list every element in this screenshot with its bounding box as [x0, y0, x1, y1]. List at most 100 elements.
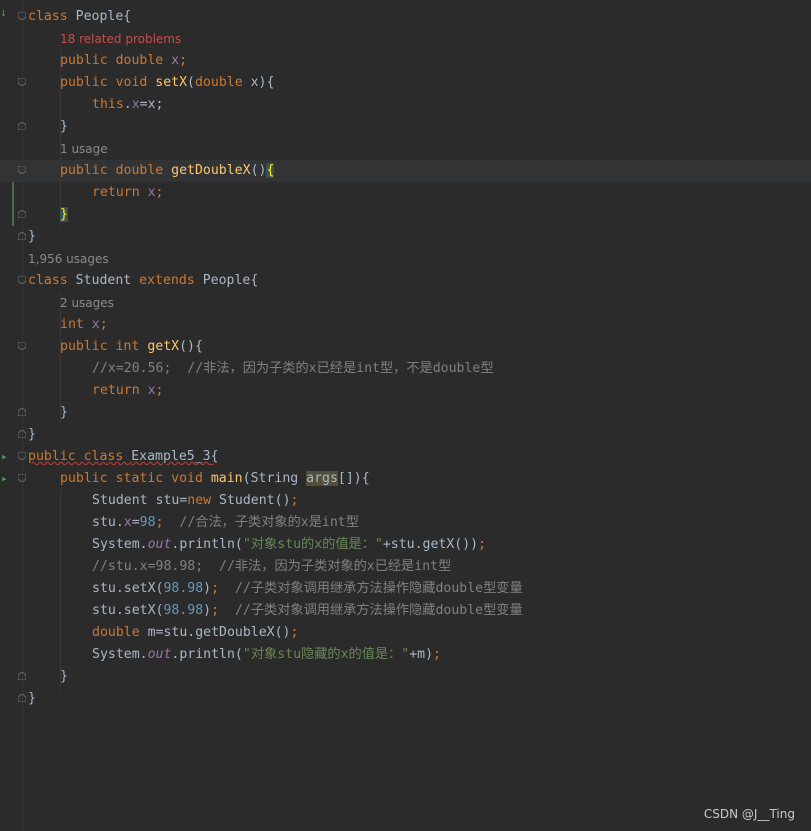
code-line-15[interactable]: }	[0, 402, 811, 424]
class-name: Student	[75, 273, 140, 288]
brace: []){	[337, 471, 370, 486]
code-line-18[interactable]: ▸ public static void main(String args[])…	[0, 468, 811, 490]
fold-icon[interactable]	[18, 474, 26, 482]
number: 98.98	[163, 581, 204, 596]
usage-hint[interactable]: 1 usage	[60, 138, 108, 160]
constructor: Student()	[219, 493, 291, 508]
method-call: stu.setX(	[92, 603, 164, 618]
usage-hint[interactable]: 1,956 usages	[28, 248, 109, 270]
field: x	[147, 383, 156, 398]
expression: +stu.getX())	[382, 537, 479, 552]
code-line-1[interactable]: class People{	[0, 6, 811, 28]
keyword: new	[187, 493, 220, 508]
keyword: public double	[60, 53, 172, 68]
method-name: getX	[147, 339, 180, 354]
code-line-28[interactable]: }	[0, 688, 811, 710]
paren: (){	[179, 339, 203, 354]
code-line-2[interactable]: public double x;	[0, 50, 811, 72]
number: 98.98	[163, 603, 204, 618]
matched-brace: }	[60, 207, 68, 222]
keyword: public class	[28, 449, 132, 464]
brace: }	[28, 691, 36, 706]
field: x	[171, 53, 180, 68]
keyword: int	[60, 317, 92, 332]
fold-icon[interactable]	[18, 232, 26, 240]
code-line-27[interactable]: }	[0, 666, 811, 688]
method-call: .println(	[171, 647, 243, 662]
code-editor[interactable]: ↓ class People{ 18 related problems publ…	[0, 0, 811, 831]
keyword: double	[92, 625, 148, 640]
fold-icon[interactable]	[18, 342, 26, 350]
related-problems-hint[interactable]: 18 related problems	[60, 28, 181, 50]
run-gutter-icon[interactable]: ▸	[1, 468, 8, 490]
semicolon: ;	[155, 185, 164, 200]
semicolon: ;	[211, 581, 235, 596]
field: x	[147, 185, 156, 200]
code-line-21[interactable]: System.out.println("对象stu的x的值是："+stu.get…	[0, 534, 811, 556]
number: 98	[139, 515, 156, 530]
code-line-3[interactable]: public void setX(double x){	[0, 72, 811, 94]
keyword: this	[92, 97, 124, 112]
code-line-17[interactable]: ▸ public class Example5_3{	[0, 446, 811, 468]
fold-icon[interactable]	[18, 408, 26, 416]
method-name: setX	[155, 75, 188, 90]
brace: }	[60, 119, 68, 134]
semicolon: ;	[99, 317, 108, 332]
statement: stu.	[92, 515, 124, 530]
fold-icon[interactable]	[18, 210, 26, 218]
code-line-12[interactable]: public int getX(){	[0, 336, 811, 358]
keyword: return	[92, 185, 148, 200]
method-call: .println(	[171, 537, 243, 552]
usage-hint[interactable]: 2 usages	[60, 292, 114, 314]
code-line-19[interactable]: Student stu=new Student();	[0, 490, 811, 512]
semicolon: ;	[433, 647, 441, 662]
statement: Student stu=	[92, 493, 188, 508]
paren: (	[187, 75, 195, 90]
code-line-10[interactable]: class Student extends People{	[0, 270, 811, 292]
code-line-7[interactable]: return x;	[0, 182, 811, 204]
fold-icon[interactable]	[18, 122, 26, 130]
keyword: public static void	[60, 471, 211, 486]
code-line-20[interactable]: stu.x=98; //合法，子类对象的x是int型	[0, 512, 811, 534]
code-line-8[interactable]: }	[0, 204, 811, 226]
code-line-5[interactable]: }	[0, 116, 811, 138]
code-line-24[interactable]: stu.setX(98.98); //子类对象调用继承方法操作隐藏double型…	[0, 600, 811, 622]
fold-icon[interactable]	[18, 12, 26, 20]
code-line-4[interactable]: this.x=x;	[0, 94, 811, 116]
fold-icon[interactable]	[18, 672, 26, 680]
fold-icon[interactable]	[18, 166, 26, 174]
fold-icon[interactable]	[18, 430, 26, 438]
method-name: main	[210, 471, 243, 486]
comment: //x=20.56; //非法，因为子类的x已经是int型，不是double型	[92, 361, 494, 376]
run-gutter-icon[interactable]: ▸	[1, 446, 8, 468]
code-line-23[interactable]: stu.setX(98.98); //子类对象调用继承方法操作隐藏double型…	[0, 578, 811, 600]
matched-brace: {	[266, 163, 275, 178]
brace: }	[28, 427, 36, 442]
assignment: =x;	[139, 97, 164, 112]
field: x	[123, 515, 132, 530]
paren: )	[203, 581, 212, 596]
semicolon: ;	[478, 537, 487, 552]
field: x	[91, 317, 100, 332]
fold-icon[interactable]	[18, 452, 26, 460]
semicolon: ;	[155, 383, 164, 398]
fold-icon[interactable]	[18, 694, 26, 702]
code-line-22[interactable]: //stu.x=98.98; //非法，因为子类对象的x已经是int型	[0, 556, 811, 578]
code-line-13[interactable]: //x=20.56; //非法，因为子类的x已经是int型，不是double型	[0, 358, 811, 380]
code-line-11[interactable]: int x;	[0, 314, 811, 336]
fold-icon[interactable]	[18, 276, 26, 284]
code-line-6[interactable]: public double getDoubleX(){	[0, 160, 811, 182]
code-line-25[interactable]: double m=stu.getDoubleX();	[0, 622, 811, 644]
method-name: getDoubleX	[171, 163, 251, 178]
code-line-26[interactable]: System.out.println("对象stu隐藏的x的值是："+m);	[0, 644, 811, 666]
fold-icon[interactable]	[18, 78, 26, 86]
paren: ()	[250, 163, 267, 178]
inlay-hint-line: 18 related problems	[0, 28, 811, 50]
code-line-9[interactable]: }	[0, 226, 811, 248]
static-field: out	[147, 647, 172, 662]
keyword: public void	[60, 75, 156, 90]
code-line-16[interactable]: }	[0, 424, 811, 446]
keyword: public double	[60, 163, 172, 178]
code-line-14[interactable]: return x;	[0, 380, 811, 402]
statement: System.	[92, 647, 148, 662]
